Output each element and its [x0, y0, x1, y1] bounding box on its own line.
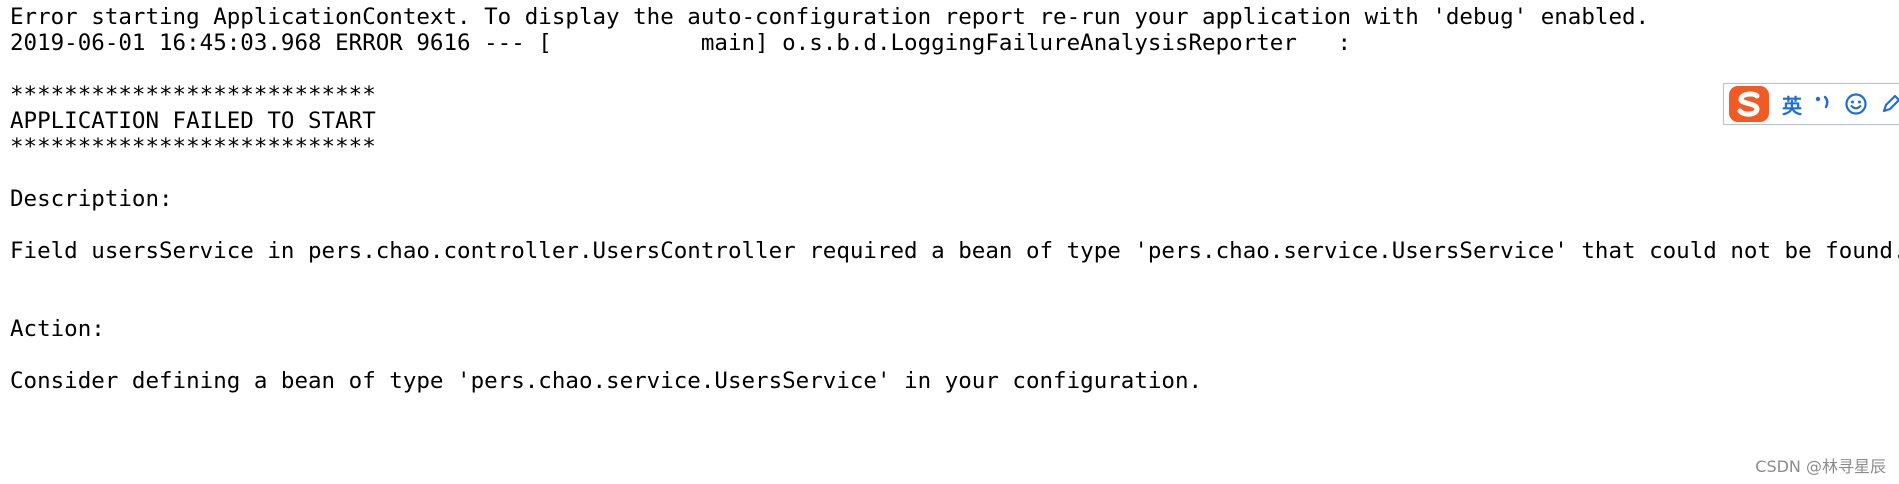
log-line-failed-title: APPLICATION FAILED TO START [10, 108, 376, 134]
ime-language-toggle[interactable]: 英 [1782, 90, 1802, 119]
log-line-action-heading: Action: [10, 316, 105, 342]
log-line-description-heading: Description: [10, 186, 173, 212]
ime-toolbar[interactable]: 英 [1723, 83, 1899, 125]
sogou-s-logo-icon[interactable] [1728, 85, 1770, 123]
log-line-description-body: Field usersService in pers.chao.controll… [10, 238, 1899, 264]
console-output: Error starting ApplicationContext. To di… [10, 0, 1899, 484]
log-line-action-body: Consider defining a bean of type 'pers.c… [10, 368, 1203, 394]
log-line-stars-top: *************************** [10, 82, 376, 108]
emoji-smile-icon[interactable] [1844, 92, 1868, 116]
csdn-watermark: CSDN @林寻星辰 [1755, 457, 1886, 476]
pen-icon[interactable] [1880, 93, 1899, 115]
log-line-error-starting: Error starting ApplicationContext. To di… [10, 4, 1650, 30]
log-line-error-header: 2019-06-01 16:45:03.968 ERROR 9616 --- [… [10, 30, 1365, 56]
log-line-stars-bottom: *************************** [10, 134, 376, 160]
punctuation-icon[interactable] [1814, 93, 1832, 115]
